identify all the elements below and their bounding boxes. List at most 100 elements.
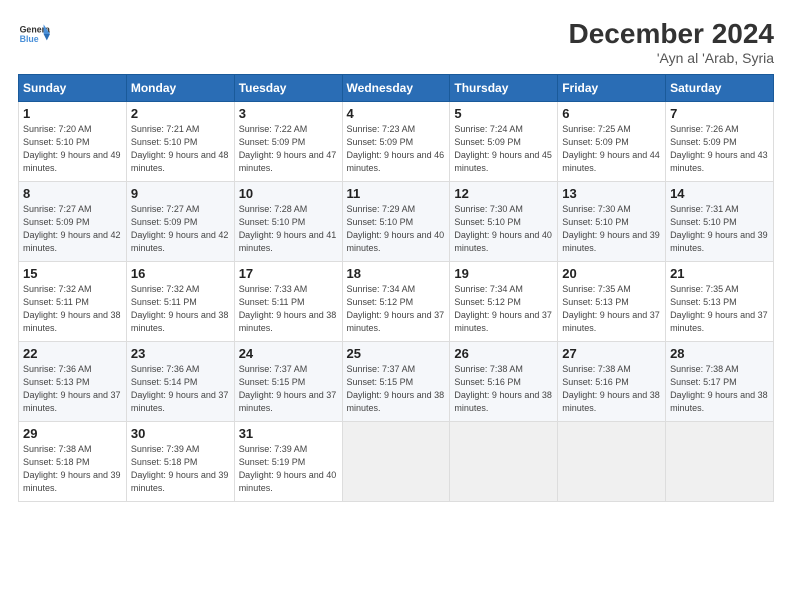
- calendar-cell: 7Sunrise: 7:26 AMSunset: 5:09 PMDaylight…: [666, 102, 774, 182]
- day-number: 27: [562, 346, 661, 361]
- day-number: 9: [131, 186, 230, 201]
- calendar-week-row: 8 Sunrise: 7:27 AMSunset: 5:09 PMDaylight…: [19, 182, 774, 262]
- day-number: 30: [131, 426, 230, 441]
- day-number: 6: [562, 106, 661, 121]
- calendar-cell: [666, 422, 774, 502]
- day-info: Sunrise: 7:38 AMSunset: 5:16 PMDaylight:…: [562, 363, 661, 415]
- page: General Blue December 2024 'Ayn al 'Arab…: [0, 0, 792, 612]
- day-number: 14: [670, 186, 769, 201]
- day-number: 20: [562, 266, 661, 281]
- day-number: 1: [23, 106, 122, 121]
- calendar-cell: 4 Sunrise: 7:23 AMSunset: 5:09 PMDaylight…: [342, 102, 450, 182]
- header-row: SundayMondayTuesdayWednesdayThursdayFrid…: [19, 75, 774, 102]
- weekday-header: Sunday: [19, 75, 127, 102]
- weekday-header: Saturday: [666, 75, 774, 102]
- calendar-cell: 22 Sunrise: 7:36 AMSunset: 5:13 PMDayligh…: [19, 342, 127, 422]
- calendar-cell: [342, 422, 450, 502]
- calendar-cell: 3 Sunrise: 7:22 AMSunset: 5:09 PMDaylight…: [234, 102, 342, 182]
- day-number: 18: [347, 266, 446, 281]
- day-info: Sunrise: 7:29 AMSunset: 5:10 PMDaylight:…: [347, 203, 446, 255]
- day-number: 13: [562, 186, 661, 201]
- calendar-cell: 30Sunrise: 7:39 AMSunset: 5:18 PMDayligh…: [126, 422, 234, 502]
- day-number: 3: [239, 106, 338, 121]
- calendar-cell: 1 Sunrise: 7:20 AMSunset: 5:10 PMDaylight…: [19, 102, 127, 182]
- calendar-cell: 20 Sunrise: 7:35 AMSunset: 5:13 PMDayligh…: [558, 262, 666, 342]
- svg-text:Blue: Blue: [20, 34, 39, 44]
- day-number: 4: [347, 106, 446, 121]
- day-number: 22: [23, 346, 122, 361]
- day-number: 8: [23, 186, 122, 201]
- day-info: Sunrise: 7:39 AMSunset: 5:19 PMDaylight:…: [239, 443, 338, 495]
- calendar-cell: 14 Sunrise: 7:31 AMSunset: 5:10 PMDayligh…: [666, 182, 774, 262]
- day-number: 21: [670, 266, 769, 281]
- calendar-cell: 28 Sunrise: 7:38 AMSunset: 5:17 PMDayligh…: [666, 342, 774, 422]
- month-title: December 2024: [569, 18, 774, 50]
- day-number: 15: [23, 266, 122, 281]
- day-info: Sunrise: 7:27 AMSunset: 5:09 PMDaylight:…: [131, 203, 230, 255]
- day-number: 28: [670, 346, 769, 361]
- calendar-cell: 16 Sunrise: 7:32 AMSunset: 5:11 PMDayligh…: [126, 262, 234, 342]
- calendar-cell: [450, 422, 558, 502]
- day-number: 17: [239, 266, 338, 281]
- calendar-week-row: 29Sunrise: 7:38 AMSunset: 5:18 PMDayligh…: [19, 422, 774, 502]
- calendar-week-row: 1 Sunrise: 7:20 AMSunset: 5:10 PMDaylight…: [19, 102, 774, 182]
- day-info: Sunrise: 7:27 AMSunset: 5:09 PMDaylight:…: [23, 203, 122, 255]
- header: General Blue December 2024 'Ayn al 'Arab…: [18, 18, 774, 66]
- day-info: Sunrise: 7:38 AMSunset: 5:18 PMDaylight:…: [23, 443, 122, 495]
- day-number: 31: [239, 426, 338, 441]
- weekday-header: Thursday: [450, 75, 558, 102]
- day-info: Sunrise: 7:24 AMSunset: 5:09 PMDaylight:…: [454, 123, 553, 175]
- day-info: Sunrise: 7:23 AMSunset: 5:09 PMDaylight:…: [347, 123, 446, 175]
- calendar-week-row: 15 Sunrise: 7:32 AMSunset: 5:11 PMDayligh…: [19, 262, 774, 342]
- day-number: 2: [131, 106, 230, 121]
- day-info: Sunrise: 7:36 AMSunset: 5:13 PMDaylight:…: [23, 363, 122, 415]
- calendar-table: SundayMondayTuesdayWednesdayThursdayFrid…: [18, 74, 774, 502]
- calendar-cell: 19 Sunrise: 7:34 AMSunset: 5:12 PMDayligh…: [450, 262, 558, 342]
- calendar-cell: 5Sunrise: 7:24 AMSunset: 5:09 PMDaylight…: [450, 102, 558, 182]
- day-info: Sunrise: 7:26 AMSunset: 5:09 PMDaylight:…: [670, 123, 769, 175]
- day-info: Sunrise: 7:38 AMSunset: 5:17 PMDaylight:…: [670, 363, 769, 415]
- day-info: Sunrise: 7:28 AMSunset: 5:10 PMDaylight:…: [239, 203, 338, 255]
- title-block: December 2024 'Ayn al 'Arab, Syria: [569, 18, 774, 66]
- day-number: 24: [239, 346, 338, 361]
- day-info: Sunrise: 7:35 AMSunset: 5:13 PMDaylight:…: [562, 283, 661, 335]
- calendar-cell: 31 Sunrise: 7:39 AMSunset: 5:19 PMDayligh…: [234, 422, 342, 502]
- calendar-cell: 27 Sunrise: 7:38 AMSunset: 5:16 PMDayligh…: [558, 342, 666, 422]
- calendar-cell: 26Sunrise: 7:38 AMSunset: 5:16 PMDayligh…: [450, 342, 558, 422]
- calendar-cell: 25 Sunrise: 7:37 AMSunset: 5:15 PMDayligh…: [342, 342, 450, 422]
- calendar-cell: 6 Sunrise: 7:25 AMSunset: 5:09 PMDaylight…: [558, 102, 666, 182]
- day-info: Sunrise: 7:30 AMSunset: 5:10 PMDaylight:…: [562, 203, 661, 255]
- calendar-cell: 17Sunrise: 7:33 AMSunset: 5:11 PMDayligh…: [234, 262, 342, 342]
- logo: General Blue: [18, 18, 50, 50]
- day-number: 11: [347, 186, 446, 201]
- day-number: 25: [347, 346, 446, 361]
- day-info: Sunrise: 7:36 AMSunset: 5:14 PMDaylight:…: [131, 363, 230, 415]
- day-number: 10: [239, 186, 338, 201]
- day-number: 12: [454, 186, 553, 201]
- day-info: Sunrise: 7:35 AMSunset: 5:13 PMDaylight:…: [670, 283, 769, 335]
- day-number: 26: [454, 346, 553, 361]
- calendar-cell: 10 Sunrise: 7:28 AMSunset: 5:10 PMDayligh…: [234, 182, 342, 262]
- day-info: Sunrise: 7:31 AMSunset: 5:10 PMDaylight:…: [670, 203, 769, 255]
- day-info: Sunrise: 7:37 AMSunset: 5:15 PMDaylight:…: [239, 363, 338, 415]
- day-info: Sunrise: 7:32 AMSunset: 5:11 PMDaylight:…: [23, 283, 122, 335]
- calendar-cell: 15 Sunrise: 7:32 AMSunset: 5:11 PMDayligh…: [19, 262, 127, 342]
- day-info: Sunrise: 7:37 AMSunset: 5:15 PMDaylight:…: [347, 363, 446, 415]
- weekday-header: Tuesday: [234, 75, 342, 102]
- day-number: 19: [454, 266, 553, 281]
- day-info: Sunrise: 7:25 AMSunset: 5:09 PMDaylight:…: [562, 123, 661, 175]
- calendar-cell: 11 Sunrise: 7:29 AMSunset: 5:10 PMDayligh…: [342, 182, 450, 262]
- day-info: Sunrise: 7:20 AMSunset: 5:10 PMDaylight:…: [23, 123, 122, 175]
- calendar-week-row: 22 Sunrise: 7:36 AMSunset: 5:13 PMDayligh…: [19, 342, 774, 422]
- calendar-cell: 9 Sunrise: 7:27 AMSunset: 5:09 PMDaylight…: [126, 182, 234, 262]
- calendar-cell: 13 Sunrise: 7:30 AMSunset: 5:10 PMDayligh…: [558, 182, 666, 262]
- weekday-header: Wednesday: [342, 75, 450, 102]
- day-info: Sunrise: 7:22 AMSunset: 5:09 PMDaylight:…: [239, 123, 338, 175]
- day-number: 16: [131, 266, 230, 281]
- calendar-cell: 8 Sunrise: 7:27 AMSunset: 5:09 PMDaylight…: [19, 182, 127, 262]
- location: 'Ayn al 'Arab, Syria: [569, 50, 774, 66]
- day-info: Sunrise: 7:34 AMSunset: 5:12 PMDaylight:…: [454, 283, 553, 335]
- day-number: 23: [131, 346, 230, 361]
- day-info: Sunrise: 7:32 AMSunset: 5:11 PMDaylight:…: [131, 283, 230, 335]
- calendar-cell: [558, 422, 666, 502]
